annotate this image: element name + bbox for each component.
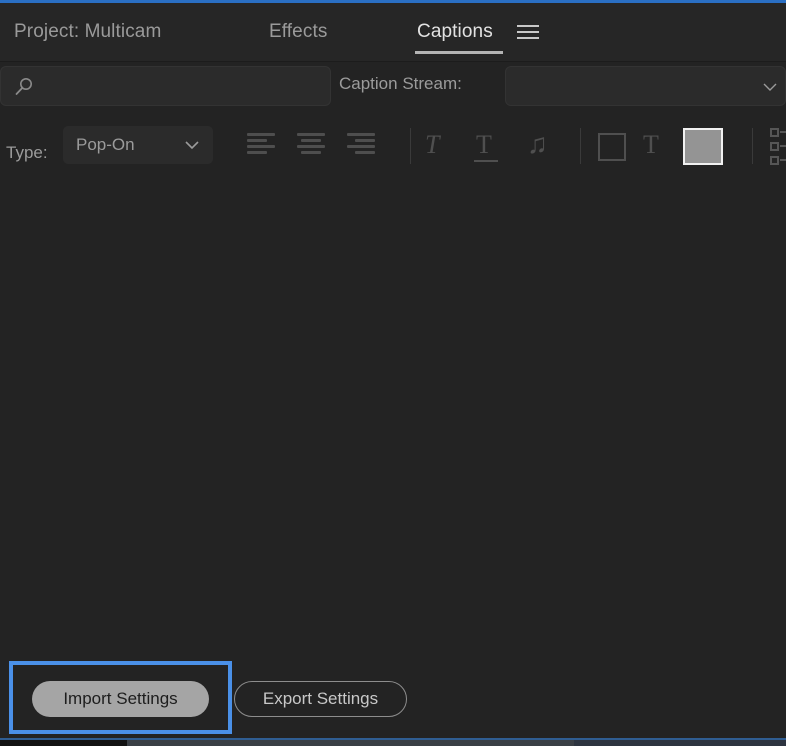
hamburger-menu-icon[interactable] [517,25,539,41]
captions-list-empty-area [0,182,786,740]
search-row: Caption Stream: [0,62,786,110]
align-right-icon[interactable] [347,133,375,159]
caption-type-value: Pop-On [76,135,135,154]
search-icon [14,77,34,97]
tab-captions-active-underline [415,51,503,54]
panel-tab-bar: Project: Multicam Effects Captions [0,3,786,62]
captions-panel: Project: Multicam Effects Captions Capti… [0,0,786,746]
tab-effects[interactable]: Effects [269,21,327,43]
tab-project-multicam[interactable]: Project: Multicam [14,21,161,43]
toolbar-divider [580,128,581,164]
caption-stream-dropdown[interactable] [505,66,786,106]
bottom-chrome-strip-left [0,740,127,746]
search-input[interactable] [0,66,331,106]
align-left-icon[interactable] [247,133,275,159]
chevron-down-icon [185,141,199,150]
caption-type-dropdown[interactable]: Pop-On [63,126,213,164]
toolbar-divider [752,128,753,164]
italic-text-icon[interactable]: T [425,132,439,158]
toolbar-divider [410,128,411,164]
bottom-chrome-strip-mid [127,740,574,746]
caption-stream-label: Caption Stream: [339,74,462,93]
underline-text-icon[interactable]: T [474,132,498,162]
music-note-icon[interactable]: ♫ [527,130,548,158]
background-color-icon[interactable] [598,133,626,161]
type-label: Type: [6,143,48,162]
align-center-icon[interactable] [297,133,325,159]
import-settings-button[interactable]: Import Settings [32,681,209,717]
chevron-down-icon [763,83,777,92]
caption-color-swatch[interactable] [683,128,723,165]
placement-grid-icon[interactable] [770,128,786,166]
export-settings-button[interactable]: Export Settings [234,681,407,717]
tab-captions[interactable]: Captions [417,21,493,43]
text-color-icon[interactable]: T [643,132,659,158]
